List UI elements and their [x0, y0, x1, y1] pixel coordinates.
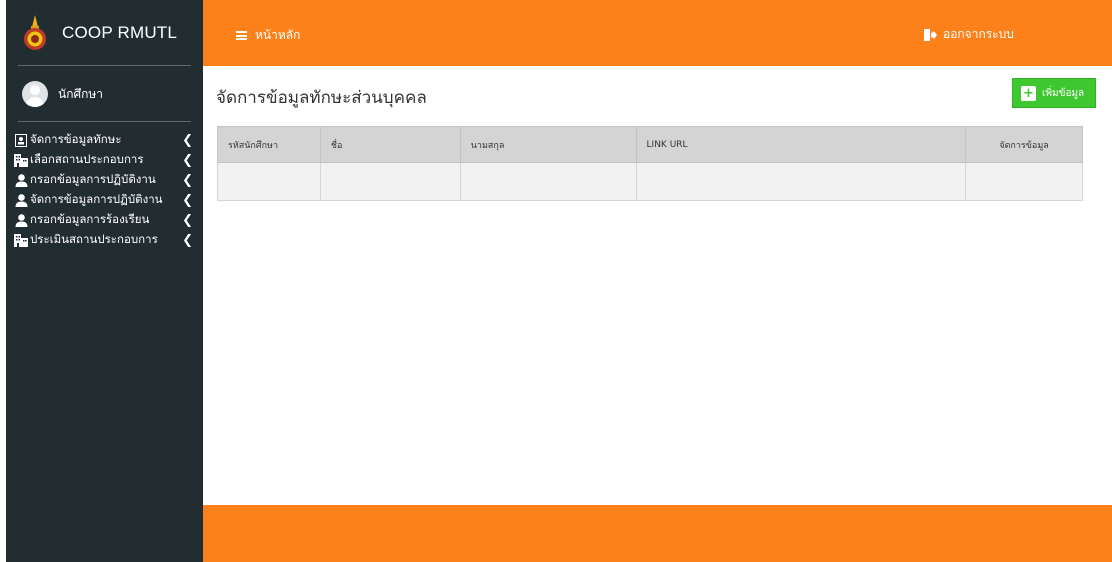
logout-label: ออกจากระบบ: [943, 27, 1014, 41]
university-logo-icon: [24, 15, 46, 50]
table-cell: [459, 162, 637, 201]
top-navbar: หน้าหลัก ออกจากระบบ: [203, 0, 1112, 66]
column-header-student-id[interactable]: รหัสนักศึกษา: [217, 126, 321, 163]
user-icon: [14, 213, 28, 227]
table-header-row: รหัสนักศึกษา ชื่อ นามสกุล LINK URL จัดกา…: [217, 126, 1083, 163]
sidebar-item-label: ประเมินสถานประกอบการ: [30, 232, 158, 246]
brand-title: COOP RMUTL: [62, 23, 178, 42]
hamburger-icon: [236, 31, 247, 40]
logout-button[interactable]: ออกจากระบบ: [924, 25, 1014, 44]
sidebar-item-manage-work[interactable]: จัดการข้อมูลการปฏิบัติงาน ❮: [6, 190, 203, 210]
sidebar-menu: จัดการข้อมูลทักษะ ❮ เลือกสถานประกอบการ ❮…: [6, 122, 203, 250]
user-icon: [14, 193, 28, 207]
column-header-surname[interactable]: นามสกุล: [459, 126, 637, 163]
sidebar-item-complaint[interactable]: กรอกข้อมูลการร้องเรียน ❮: [6, 210, 203, 230]
page-title: จัดการข้อมูลทักษะส่วนบุคคล: [216, 88, 427, 108]
building-icon: [14, 233, 28, 247]
divider: [18, 121, 191, 122]
chevron-left-icon: ❮: [182, 232, 193, 248]
sign-out-icon: [924, 28, 937, 41]
user-name: นักศึกษา: [58, 86, 103, 101]
building-icon: [14, 153, 28, 167]
home-label: หน้าหลัก: [255, 28, 301, 42]
sidebar-item-evaluate-company[interactable]: ประเมินสถานประกอบการ ❮: [6, 230, 203, 250]
sidebar-item-label: กรอกข้อมูลการร้องเรียน: [30, 212, 150, 226]
add-button-label: เพิ่มข้อมูล: [1042, 87, 1085, 99]
table-row: [217, 162, 1083, 201]
column-header-link-url[interactable]: LINK URL: [635, 126, 967, 163]
sidebar: COOP RMUTL นักศึกษา จัดการข้อมูลทักษะ ❮ …: [6, 0, 203, 562]
footer: [203, 505, 1112, 562]
chevron-left-icon: ❮: [182, 132, 193, 148]
sidebar-item-enter-work[interactable]: กรอกข้อมูลการปฏิบัติงาน ❮: [6, 170, 203, 190]
user-icon: [14, 173, 28, 187]
sidebar-item-label: จัดการข้อมูลทักษะ: [30, 132, 122, 146]
home-menu-toggle[interactable]: หน้าหลัก: [236, 26, 300, 45]
table-cell: [217, 162, 321, 201]
sidebar-item-label: เลือกสถานประกอบการ: [30, 152, 144, 166]
avatar: [22, 81, 48, 107]
chevron-left-icon: ❮: [182, 212, 193, 228]
skills-table: รหัสนักศึกษา ชื่อ นามสกุล LINK URL จัดกา…: [217, 126, 1083, 201]
table-cell: [319, 162, 461, 201]
plus-icon: +: [1021, 85, 1036, 101]
id-card-icon: [14, 133, 28, 147]
user-panel: นักศึกษา: [6, 66, 203, 122]
sidebar-item-skills[interactable]: จัดการข้อมูลทักษะ ❮: [6, 130, 203, 150]
table-cell: [635, 162, 967, 201]
table-cell: [965, 162, 1083, 201]
column-header-manage[interactable]: จัดการข้อมูล: [965, 126, 1083, 163]
column-header-name[interactable]: ชื่อ: [319, 126, 461, 163]
sidebar-item-select-company[interactable]: เลือกสถานประกอบการ ❮: [6, 150, 203, 170]
brand[interactable]: COOP RMUTL: [6, 0, 203, 66]
sidebar-item-label: กรอกข้อมูลการปฏิบัติงาน: [30, 172, 156, 186]
sidebar-item-label: จัดการข้อมูลการปฏิบัติงาน: [30, 192, 163, 206]
chevron-left-icon: ❮: [182, 172, 193, 188]
chevron-left-icon: ❮: [182, 152, 193, 168]
add-data-button[interactable]: + เพิ่มข้อมูล: [1012, 78, 1096, 108]
chevron-left-icon: ❮: [182, 192, 193, 208]
